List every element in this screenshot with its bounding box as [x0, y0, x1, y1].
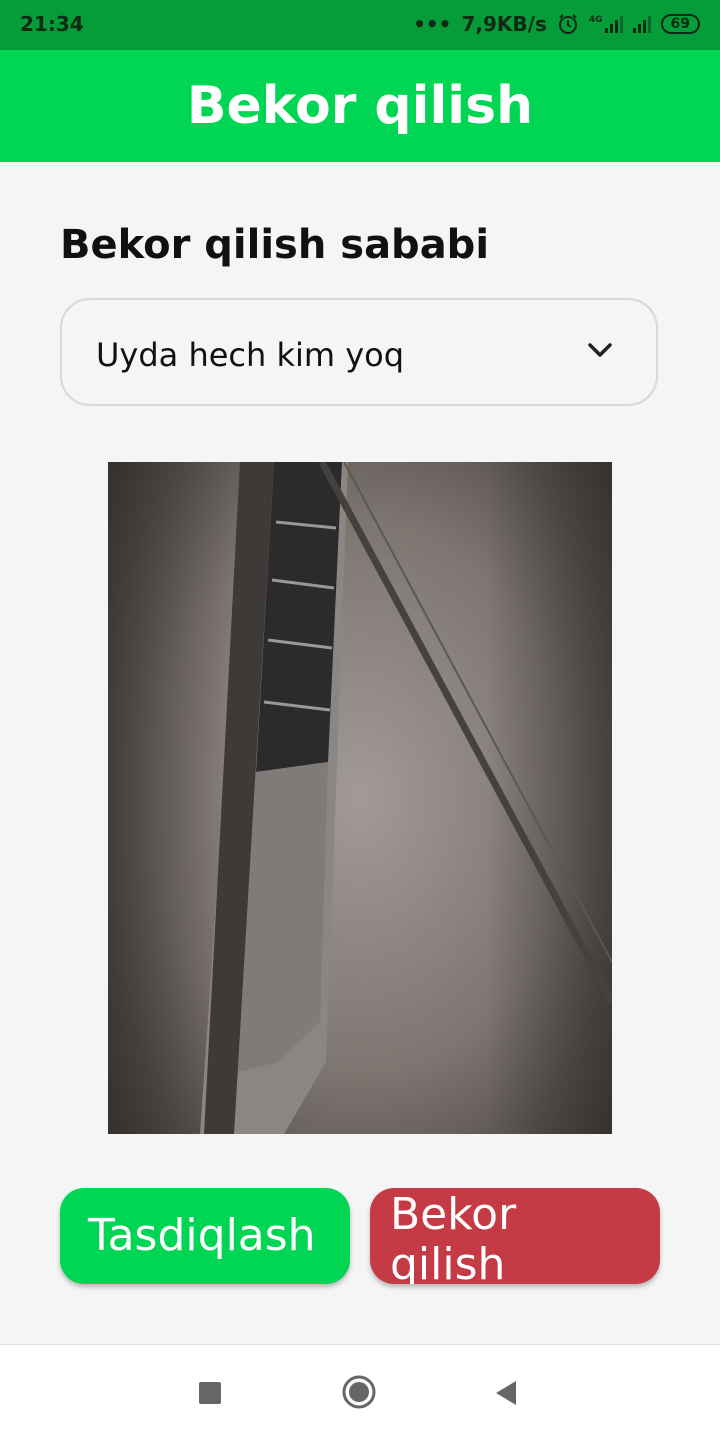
- dots-icon: •••: [413, 12, 452, 36]
- back-icon[interactable]: [494, 1380, 518, 1406]
- cancel-button[interactable]: Bekor qilish: [370, 1188, 660, 1284]
- attached-photo: [108, 462, 612, 1134]
- app-bar: Bekor qilish: [0, 50, 720, 162]
- confirm-button[interactable]: Tasdiqlash: [60, 1188, 350, 1284]
- page-title: Bekor qilish: [186, 76, 534, 136]
- cancel-button-label: Bekor qilish: [390, 1189, 517, 1285]
- status-time: 21:34: [20, 12, 84, 36]
- status-bar: 21:34 ••• 7,9KB/s 4G 69: [0, 0, 720, 50]
- signal-icon: [632, 15, 651, 33]
- signal-4g-icon: 4G: [589, 15, 623, 33]
- home-icon[interactable]: [342, 1375, 376, 1409]
- net-speed: 7,9KB/s: [461, 12, 547, 36]
- recent-apps-icon[interactable]: [199, 1382, 221, 1404]
- navigation-bar: [0, 1344, 720, 1441]
- chevron-down-icon: [588, 343, 612, 357]
- battery-level: 69: [670, 16, 690, 32]
- battery-icon: 69: [660, 14, 700, 34]
- reason-label: Bekor qilish sababi: [60, 222, 490, 268]
- network-type: 4G: [588, 15, 603, 25]
- status-icons: ••• 7,9KB/s 4G 69: [413, 12, 700, 36]
- confirm-button-label: Tasdiqlash: [88, 1210, 316, 1261]
- alarm-icon: [558, 14, 577, 34]
- reason-selected-value: Uyda hech kim yoq: [96, 336, 405, 374]
- reason-dropdown[interactable]: Uyda hech kim yoq: [60, 298, 658, 406]
